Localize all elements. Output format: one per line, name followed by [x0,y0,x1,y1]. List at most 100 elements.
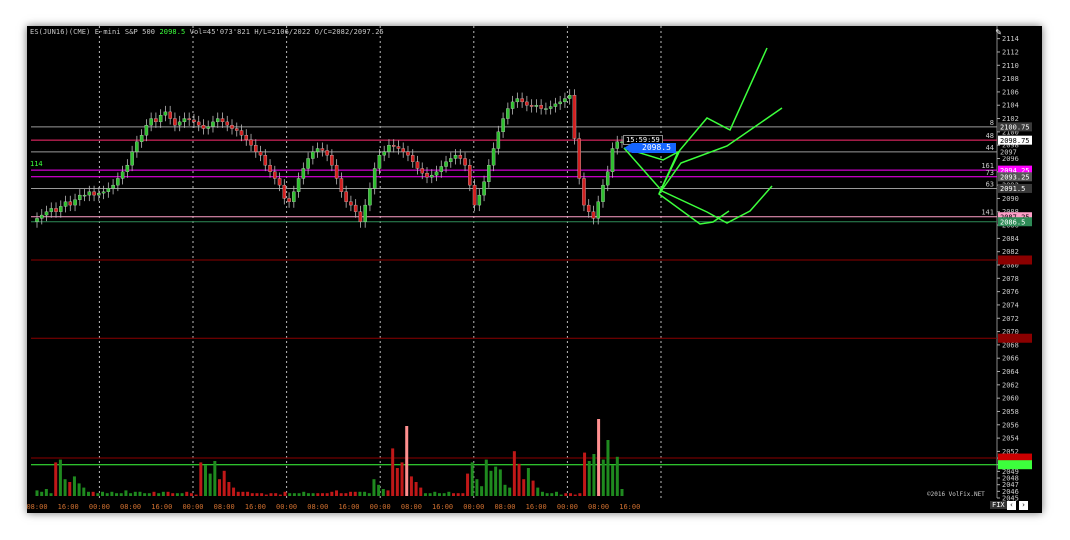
level-count: 8 [990,119,994,127]
candle-body [173,118,177,126]
volume-bar [58,459,62,496]
x-tick-label: 16:00 [526,503,547,511]
y-tick-label: 2114 [1002,35,1019,43]
candle-body [101,191,106,194]
x-tick-label: 00:00 [182,503,203,511]
fix-button[interactable]: FIX [990,501,1007,509]
candle-body [382,151,386,156]
volume-bar [512,451,516,496]
volume-bar [288,493,292,496]
candle-body [130,151,134,166]
x-tick-label: 16:00 [619,503,640,511]
candle-body [496,131,501,149]
volume-bar [44,489,48,496]
candle-body [453,155,458,159]
candle-body [482,181,486,196]
scroll-left-button[interactable]: ‹ [1007,501,1016,510]
price-chart[interactable]: 08:00 16:00 00:00 08:00 16:00 00:00 08:00 16:00… [27,26,1042,513]
volume-bar [414,482,418,496]
volume-bar [447,491,451,496]
volume-bar [508,487,512,496]
x-tick-label: 00:00 [557,503,578,511]
x-tick-label: 08:00 [401,503,422,511]
candle-body [116,178,120,186]
candle-body [282,184,287,199]
volume-bar [344,493,348,496]
volume-bar [110,491,114,496]
x-tick-label: 16:00 [58,503,79,511]
level-tag-label: 2091.5 [1000,185,1025,193]
volume-bar [82,487,86,496]
candle-body [73,199,77,206]
candle-body [415,161,420,169]
x-tick-label: 16:00 [432,503,453,511]
candle-body [206,126,210,129]
volume-bar [494,466,498,496]
candle-body [249,139,253,146]
volume-bar [335,490,339,496]
candle-body [567,95,572,99]
candle-body [273,171,277,179]
volume-bar [531,480,535,496]
candle-body [125,164,130,172]
y-tick-label: 2064 [1002,368,1019,376]
candle-body [401,148,405,152]
volume-bar [227,482,231,496]
candle-body [501,118,505,133]
y-tick-label: 2058 [1002,408,1019,416]
scroll-right-button[interactable]: › [1019,501,1028,510]
level-tag [998,333,1032,343]
symbol-label: ES(JUN16)(CME) E-mini S&P 500 [30,28,156,36]
candle-body [40,214,44,219]
x-tick-label: 16:00 [338,503,359,511]
volume-bar [260,493,264,496]
volume-bar [91,491,95,496]
volume-bar [611,465,615,496]
y-tick-label: 2106 [1002,88,1019,96]
x-tick-label: 16:00 [245,503,266,511]
candle-body [44,211,49,216]
candle-body [396,146,401,149]
candle-body [144,125,149,136]
x-tick-label: 16:00 [151,503,172,511]
candle-body [154,118,158,123]
volume-bar [63,479,67,496]
level-count: 73 [986,169,994,177]
volume-bar [545,493,549,496]
volume-bar [536,487,540,496]
candle-body [254,145,258,152]
pen-icon[interactable]: ✎ [993,27,1004,38]
candle-body [163,111,168,116]
volume-bar [208,473,212,496]
volume-bar [250,493,254,496]
x-tick-label: 00:00 [370,503,391,511]
candle-body [444,161,448,167]
candle-body [325,150,329,156]
volume-bar [77,483,81,496]
volume-bar [180,493,184,496]
candle-body [449,158,453,162]
volume-bar [274,493,278,496]
volume-bar [554,491,558,496]
y-tick-label: 2078 [1002,275,1019,283]
volume-bar [559,494,563,496]
candle-body [487,164,491,182]
candle-body [315,148,320,152]
candle-body [177,121,182,126]
volume-bar [49,493,53,496]
volume-bar [419,487,423,496]
candle-body [168,111,172,119]
volume-bar [189,493,193,496]
volume-bar [480,486,484,496]
level-tag-label: 2093.25 [1000,174,1030,182]
candle-body [182,118,187,123]
candle-body [558,101,562,105]
candle-body [263,155,268,166]
volume-bar [232,487,236,496]
candle-body [68,201,73,206]
candle-body [529,105,534,107]
volume-bar [409,476,413,496]
volume-bar [466,473,470,496]
volume-bar [194,494,198,496]
volume-bar [115,493,119,496]
